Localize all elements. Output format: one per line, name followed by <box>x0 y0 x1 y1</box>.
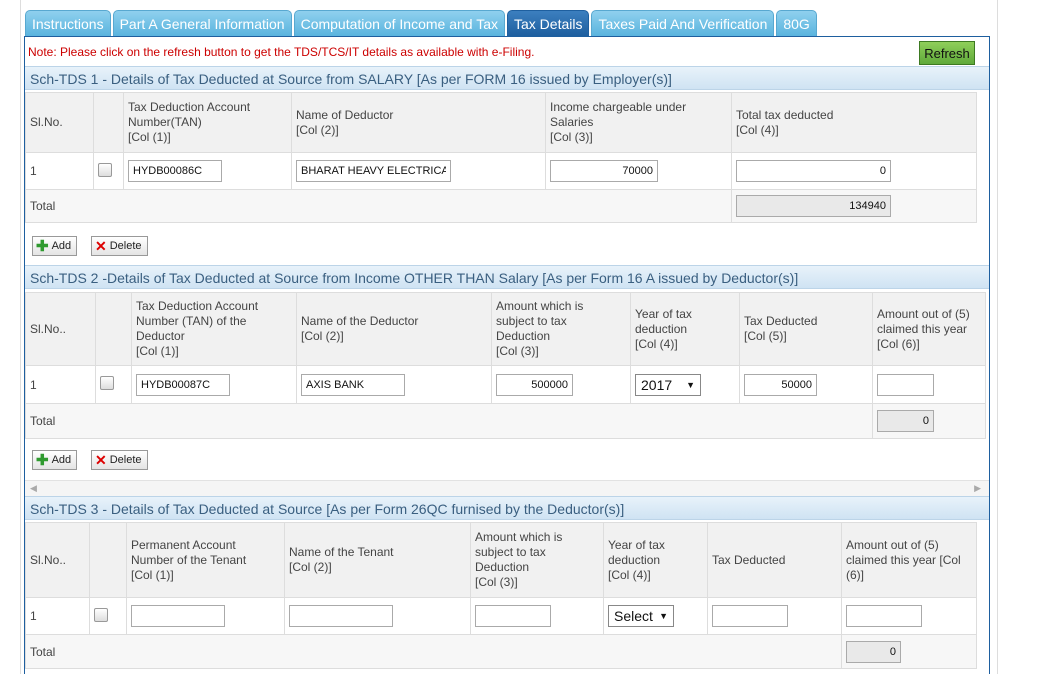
header-tax-deducted: Tax Deducted <box>707 522 842 598</box>
pan-input[interactable] <box>131 605 225 627</box>
section-title-tds2: Sch-TDS 2 -Details of Tax Deducted at So… <box>25 265 989 289</box>
delete-button[interactable]: ✕ Delete <box>91 236 148 256</box>
add-button[interactable]: ✚ Add <box>32 236 78 256</box>
header-tan: Tax Deduction Account Number(TAN) [Col (1)… <box>123 92 292 153</box>
row-slno: 1 <box>25 597 90 635</box>
tds2-table: Sl.No.. Tax Deduction Account Number (TAN… <box>25 292 986 439</box>
refresh-note: Note: Please click on the refresh button… <box>28 45 535 59</box>
total-claimed-field <box>846 640 901 663</box>
horizontal-scrollbar[interactable]: ◀ ▶ <box>25 480 989 497</box>
tax-deducted-input[interactable] <box>744 373 817 396</box>
deductor-name-input[interactable] <box>296 160 451 182</box>
year-select[interactable]: Select ▼ <box>608 605 674 627</box>
total-claimed-field <box>877 410 934 432</box>
header-name-of-deductor: Name of Deductor [Col (2)] <box>291 92 546 153</box>
header-pan-of-tenant: Permanent Account Number of the Tenant [Co… <box>126 522 285 598</box>
header-slno: Sl.No. <box>25 92 94 153</box>
header-tax-deducted: Tax Deducted [Col (5)] <box>739 292 873 366</box>
row-slno: 1 <box>25 365 96 404</box>
row-checkbox[interactable] <box>94 607 108 622</box>
total-row: Total <box>25 403 986 439</box>
table-row: 1 <box>25 152 977 190</box>
tab-part-a-general-information[interactable]: Part A General Information <box>112 10 292 36</box>
header-slno: Sl.No.. <box>25 522 90 598</box>
tab-bar: Instructions Part A General Information … <box>25 10 819 36</box>
year-select[interactable]: 2017 ▼ <box>635 373 701 396</box>
total-label: Total <box>25 634 842 669</box>
total-label: Total <box>25 403 873 439</box>
amount-input[interactable] <box>475 605 551 627</box>
header-amount-subject-to-tax: Amount which is subject to tax Deduction [C… <box>470 522 604 598</box>
arrow-left-icon[interactable]: ◀ <box>30 483 37 494</box>
caret-down-icon: ▼ <box>659 611 668 621</box>
table-header: Sl.No.. Tax Deduction Account Number (TAN… <box>25 292 986 366</box>
header-amount-claimed: Amount out of (5) claimed this year [Col (… <box>872 292 986 366</box>
tds3-table: Sl.No.. Permanent Account Number of the T… <box>25 522 977 669</box>
amount-claimed-input[interactable] <box>877 373 934 396</box>
deductor-name-input[interactable] <box>301 373 405 396</box>
header-amount-claimed: Amount out of (5) claimed this year [Col(… <box>841 522 977 598</box>
row-checkbox[interactable] <box>100 376 114 390</box>
row-checkbox[interactable] <box>98 162 112 177</box>
arrow-right-icon[interactable]: ▶ <box>974 483 981 494</box>
tab-80g[interactable]: 80G <box>776 10 817 36</box>
total-row: Total <box>25 634 977 669</box>
header-year-of-deduction: Year of tax deduction [Col (4)] <box>630 292 740 366</box>
total-row: Total <box>25 189 977 223</box>
x-icon: ✕ <box>95 238 107 254</box>
x-icon: ✕ <box>95 452 107 468</box>
plus-icon: ✚ <box>36 451 49 469</box>
tenant-name-input[interactable] <box>289 605 393 627</box>
tax-deducted-input[interactable] <box>736 160 891 182</box>
delete-button[interactable]: ✕ Delete <box>91 450 148 470</box>
table-header: Sl.No.. Permanent Account Number of the T… <box>25 522 977 598</box>
plus-icon: ✚ <box>36 237 49 255</box>
amount-input[interactable] <box>496 373 573 396</box>
tab-tax-details[interactable]: Tax Details <box>507 10 590 36</box>
add-button[interactable]: ✚ Add <box>32 450 78 470</box>
total-label: Total <box>25 189 732 223</box>
header-amount-subject-to-tax: Amount which is subject to tax Deduction [C… <box>491 292 631 366</box>
tab-computation-of-income-and-tax[interactable]: Computation of Income and Tax <box>293 10 505 36</box>
amount-claimed-input[interactable] <box>846 605 922 627</box>
tds1-table: Sl.No. Tax Deduction Account Number(TAN)[… <box>25 92 977 223</box>
tan-input[interactable] <box>136 373 230 396</box>
total-tax-field <box>736 195 891 217</box>
section-title-tds3: Sch-TDS 3 - Details of Tax Deducted at S… <box>25 496 989 520</box>
header-name-of-tenant: Name of the Tenant [Col (2)] <box>284 522 471 598</box>
header-name-of-deductor: Name of the Deductor [Col (2)] <box>296 292 492 366</box>
table-row: 1 Select ▼ <box>25 597 977 635</box>
tab-taxes-paid-and-verification[interactable]: Taxes Paid And Verification <box>591 10 775 36</box>
caret-down-icon: ▼ <box>686 379 695 390</box>
refresh-button[interactable]: Refresh <box>919 41 975 65</box>
row-slno: 1 <box>25 152 94 190</box>
table-row: 1 2017▼ <box>25 365 986 404</box>
header-slno: Sl.No.. <box>25 292 96 366</box>
income-input[interactable] <box>550 160 658 182</box>
header-income-chargeable: Income chargeable under Salaries [Col (3)] <box>545 92 732 153</box>
header-total-tax-deducted: Total tax deducted [Col (4)] <box>731 92 977 153</box>
section-title-tds1: Sch-TDS 1 - Details of Tax Deducted at S… <box>25 66 989 90</box>
header-year-of-deduction: Year of tax deduction [Col (4)] <box>603 522 708 598</box>
tab-instructions[interactable]: Instructions <box>25 10 111 36</box>
tax-deducted-input[interactable] <box>712 605 788 627</box>
header-tan: Tax Deduction Account Number (TAN) of the… <box>131 292 297 366</box>
tan-input[interactable] <box>128 160 222 182</box>
table-header: Sl.No. Tax Deduction Account Number(TAN)[… <box>25 92 977 153</box>
